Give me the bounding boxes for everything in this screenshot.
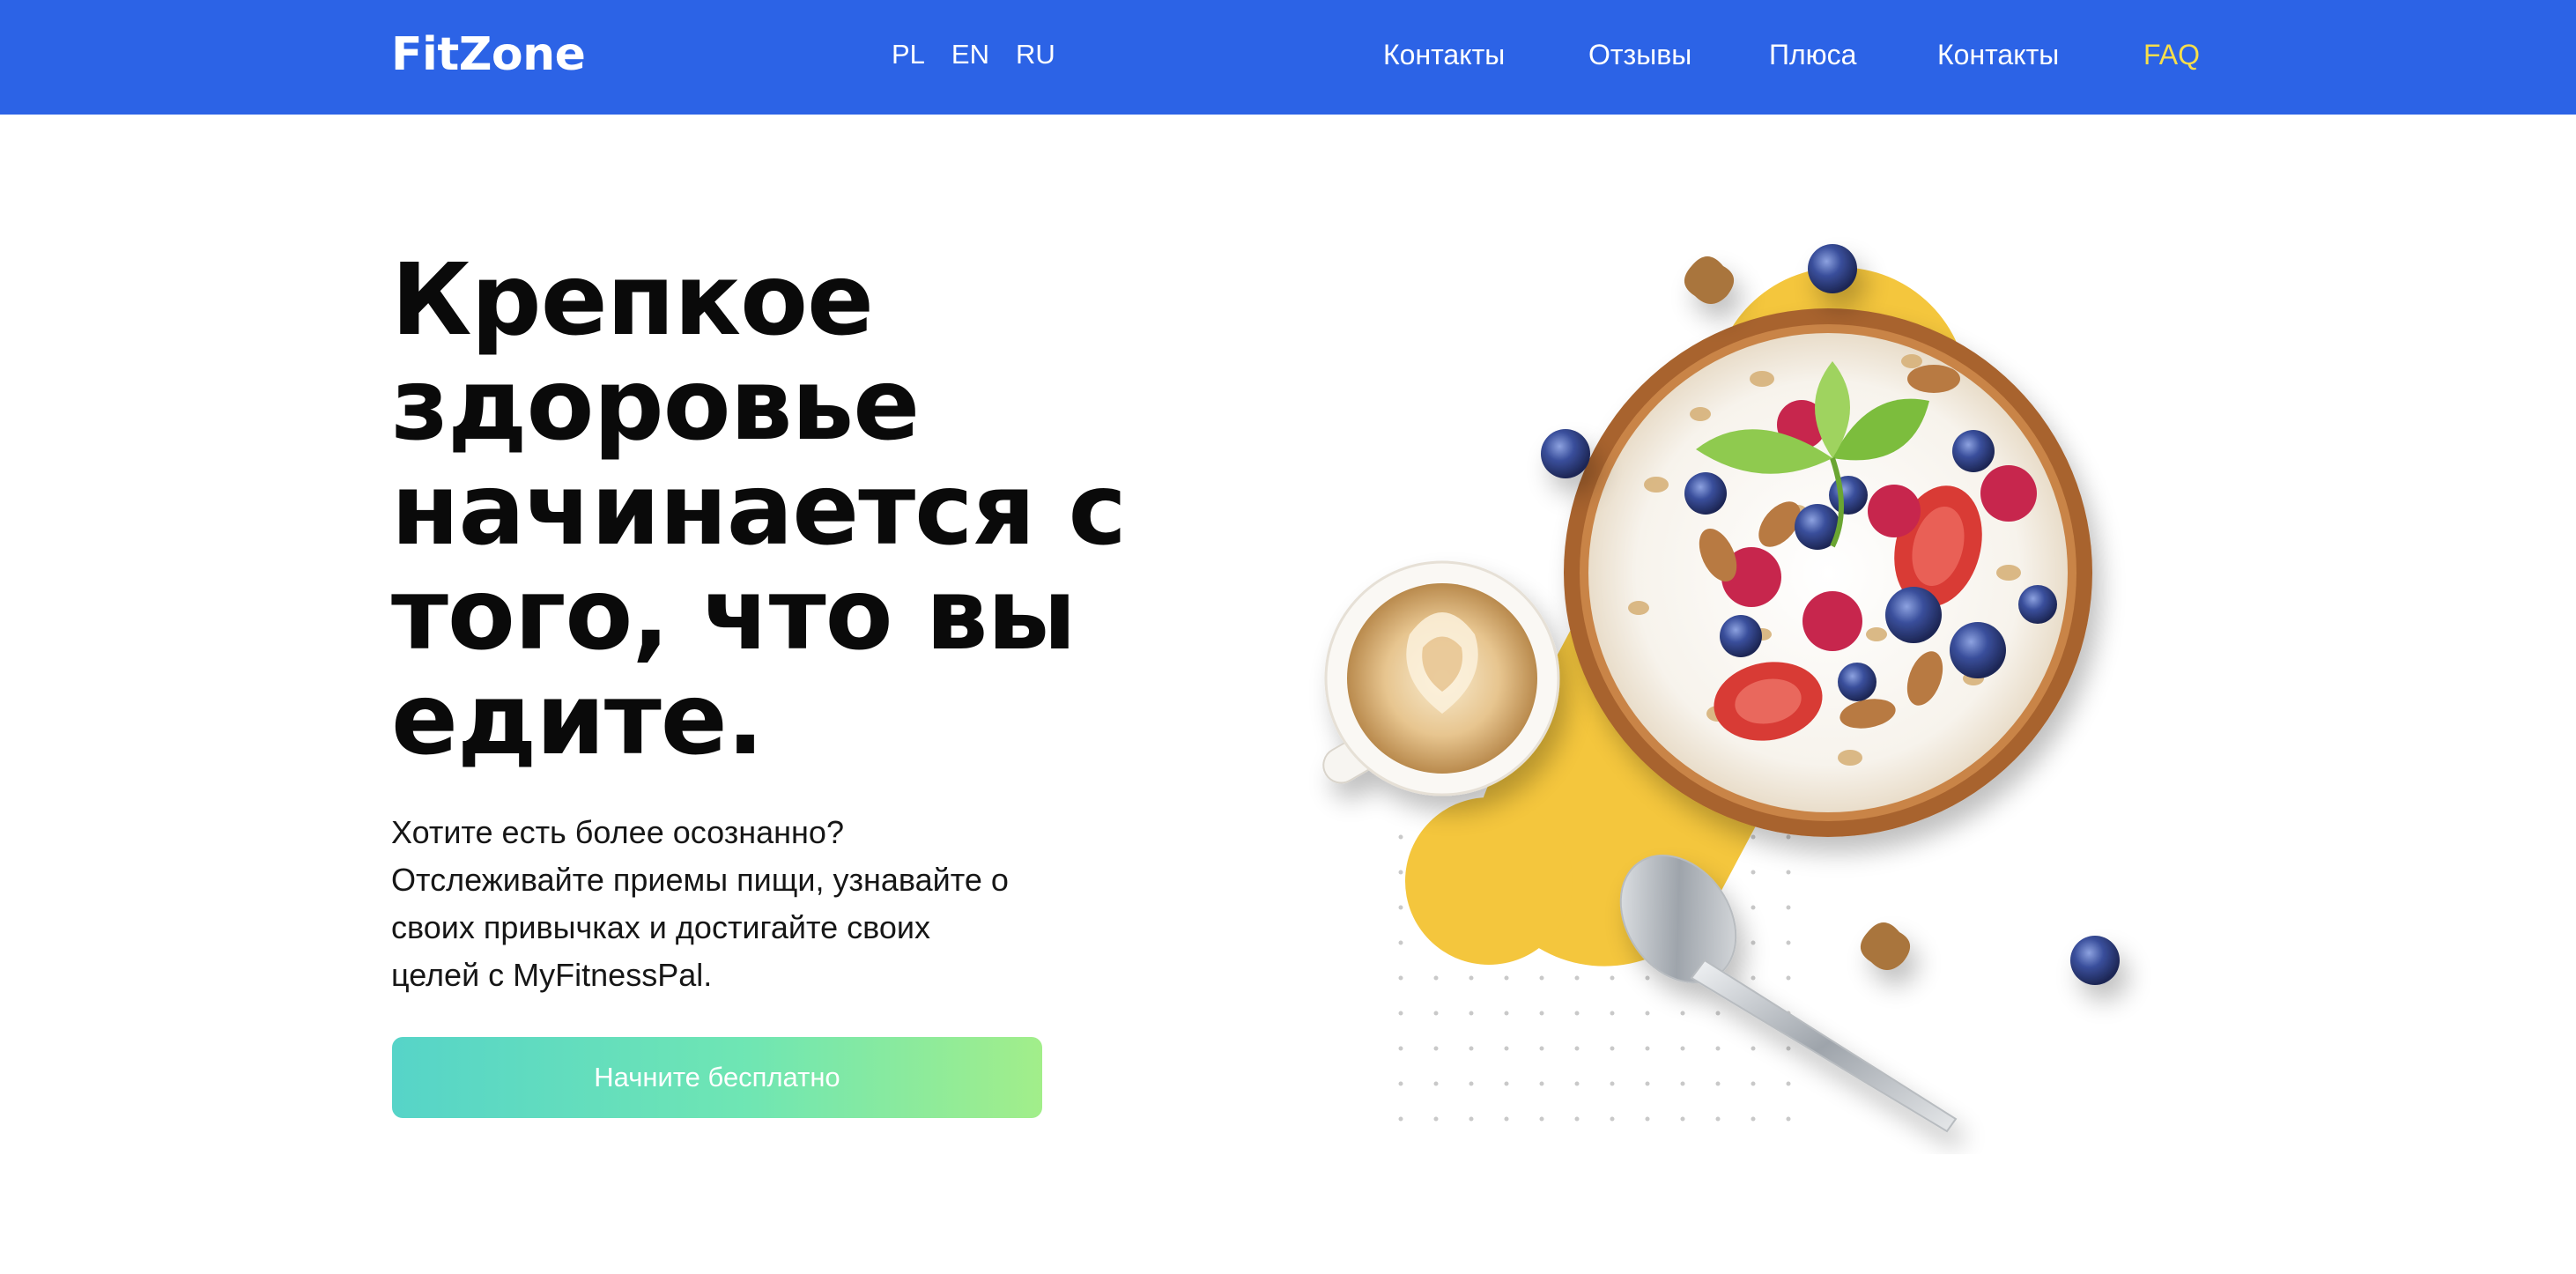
nav-benefits[interactable]: Плюса [1769, 33, 1856, 76]
hero-title-line: начинается с [391, 453, 1127, 567]
hero-description-line: Отслеживайте приемы пищи, узнавайте о [391, 862, 1009, 898]
nav-reviews[interactable]: Отзывы [1588, 33, 1691, 76]
hero-description: Хотите есть более осознанно? Отслеживайт… [391, 809, 1061, 999]
nav-contacts[interactable]: Контакты [1383, 33, 1505, 76]
hero-description-line: целей с MyFitnessPal. [391, 957, 713, 993]
hero-title-line: того, что вы [391, 558, 1077, 672]
hero-title-line: здоровье [391, 348, 920, 463]
coffee-cup [1322, 560, 1560, 796]
hero-title: Крепкое здоровье начинается с того, что … [391, 243, 1127, 777]
hero-description-line: Хотите есть более осознанно? [391, 814, 844, 850]
main-nav: Контакты Отзывы Плюса Контакты FAQ [0, 33, 2576, 76]
nav-contacts-2[interactable]: Контакты [1937, 33, 2059, 76]
top-navbar: FitZone PL EN RU Контакты Отзывы Плюса К… [0, 0, 2576, 115]
hero-description-line: своих привычках и достигайте своих [391, 909, 930, 945]
hero-title-line: едите. [391, 663, 764, 777]
breakfast-illustration [1322, 244, 2120, 1133]
cereal-bowl [1564, 308, 2092, 837]
spoon [1619, 854, 1958, 1133]
start-free-button[interactable]: Начните бесплатно [392, 1037, 1042, 1118]
hero-title-line: Крепкое [391, 243, 874, 358]
nav-faq[interactable]: FAQ [2143, 33, 2200, 76]
